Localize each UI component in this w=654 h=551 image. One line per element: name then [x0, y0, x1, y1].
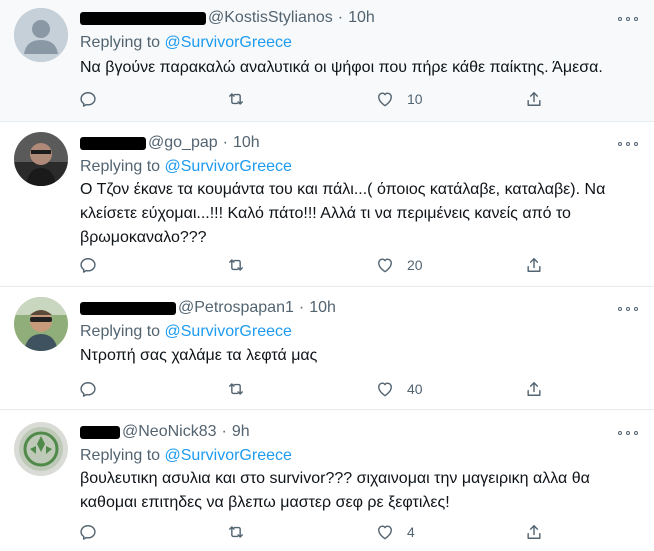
share-icon — [527, 258, 541, 272]
retweet-button[interactable] — [226, 520, 246, 544]
retweet-icon — [229, 526, 243, 538]
tweet-header: @NeoNick83 · 9h — [80, 421, 250, 443]
more-icon[interactable] — [618, 303, 638, 315]
retweet-icon — [229, 93, 243, 105]
share-icon — [527, 92, 541, 106]
avatar[interactable] — [14, 297, 68, 351]
more-icon[interactable] — [618, 427, 638, 439]
reply-icon — [80, 382, 96, 397]
separator-dot: · — [221, 423, 227, 440]
user-handle[interactable]: @Petrospapan1 — [178, 299, 294, 317]
like-icon — [378, 92, 392, 107]
replying-to-label: Replying to — [80, 34, 161, 51]
tweet[interactable]: @NeoNick83 · 9h Replying to @SurvivorGre… — [0, 410, 654, 551]
timestamp[interactable]: 10h — [309, 299, 336, 317]
reply-icon — [80, 525, 96, 540]
replying-to-user-link[interactable]: @SurvivorGreece — [165, 323, 292, 340]
tweet-actions: 10 — [78, 87, 558, 111]
share-icon — [527, 525, 541, 539]
reply-icon — [80, 92, 96, 107]
share-button[interactable] — [524, 520, 544, 544]
like-button[interactable]: 20 — [375, 253, 423, 277]
redacted-display-name — [80, 301, 176, 315]
default-avatar-icon — [14, 8, 68, 62]
like-count: 10 — [407, 91, 423, 107]
reply-icon — [80, 258, 96, 273]
share-button[interactable] — [524, 377, 544, 401]
more-icon[interactable] — [618, 138, 638, 150]
share-button[interactable] — [524, 87, 544, 111]
replying-to-label: Replying to — [80, 158, 161, 175]
separator-dot: · — [298, 299, 305, 316]
tweet-text: βουλευτικη ασυλια και στο survivor??? σι… — [80, 470, 590, 511]
tweet-header: @go_pap · 10h — [80, 132, 260, 154]
replying-to: Replying to @SurvivorGreece — [80, 34, 292, 52]
like-button[interactable]: 40 — [375, 377, 423, 401]
user-photo — [14, 422, 68, 476]
more-icon[interactable] — [618, 13, 638, 25]
like-count: 40 — [407, 381, 423, 397]
replying-to-label: Replying to — [80, 323, 161, 340]
tweet-actions: 40 — [78, 377, 558, 401]
share-icon — [527, 382, 541, 396]
tweet-text: Να βγούνε παρακαλώ αναλυτικά οι ψήφοι πο… — [80, 59, 603, 76]
tweet-actions: 20 — [78, 253, 558, 277]
replying-to: Replying to @SurvivorGreece — [80, 447, 292, 465]
separator-dot: · — [222, 134, 228, 151]
retweet-icon — [229, 259, 243, 271]
tweet-text: Ντροπή σας χαλάμε τα λεφτά μας — [80, 347, 318, 364]
avatar[interactable] — [14, 132, 68, 186]
like-count: 4 — [407, 524, 415, 540]
reply-button[interactable] — [78, 377, 98, 401]
separator-dot: · — [337, 9, 344, 26]
retweet-button[interactable] — [226, 253, 246, 277]
like-icon — [378, 525, 392, 540]
tweet-header: @Petrospapan1 · 10h — [80, 297, 336, 319]
reply-button[interactable] — [78, 253, 98, 277]
tweet[interactable]: @Petrospapan1 · 10h Replying to @Survivo… — [0, 287, 654, 410]
replying-to: Replying to @SurvivorGreece — [80, 158, 292, 176]
reply-button[interactable] — [78, 520, 98, 544]
retweet-icon — [229, 383, 243, 395]
replying-to-user-link[interactable]: @SurvivorGreece — [165, 158, 292, 175]
reply-button[interactable] — [78, 87, 98, 111]
user-photo — [14, 132, 68, 186]
tweet[interactable]: @KostisStylianos · 10h Replying to @Surv… — [0, 0, 654, 122]
tweet-header: @KostisStylianos · 10h — [80, 7, 375, 29]
share-button[interactable] — [524, 253, 544, 277]
retweet-button[interactable] — [226, 377, 246, 401]
user-handle[interactable]: @NeoNick83 — [122, 423, 217, 441]
timestamp[interactable]: 10h — [348, 9, 375, 27]
tweet-actions: 4 — [78, 520, 558, 544]
redacted-display-name — [80, 425, 120, 439]
replying-to: Replying to @SurvivorGreece — [80, 323, 292, 341]
like-button[interactable]: 4 — [375, 520, 415, 544]
redacted-display-name — [80, 136, 146, 150]
retweet-button[interactable] — [226, 87, 246, 111]
user-handle[interactable]: @KostisStylianos — [208, 9, 333, 27]
like-count: 20 — [407, 257, 423, 273]
user-photo — [14, 297, 68, 351]
user-handle[interactable]: @go_pap — [148, 134, 218, 152]
redacted-display-name — [80, 11, 206, 25]
avatar[interactable] — [14, 8, 68, 62]
tweet-text: Ο Τζον έκανε τα κουμάντα του και πάλι...… — [80, 181, 606, 246]
timestamp[interactable]: 10h — [233, 134, 260, 152]
like-button[interactable]: 10 — [375, 87, 423, 111]
replying-to-label: Replying to — [80, 447, 161, 464]
timestamp[interactable]: 9h — [232, 423, 250, 441]
replying-to-user-link[interactable]: @SurvivorGreece — [165, 447, 292, 464]
avatar[interactable] — [14, 422, 68, 476]
like-icon — [378, 258, 392, 273]
tweet[interactable]: @go_pap · 10h Replying to @SurvivorGreec… — [0, 122, 654, 287]
like-icon — [378, 382, 392, 397]
replying-to-user-link[interactable]: @SurvivorGreece — [165, 34, 292, 51]
